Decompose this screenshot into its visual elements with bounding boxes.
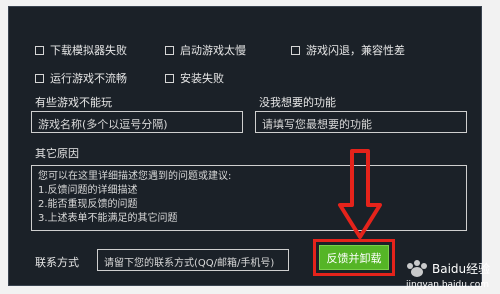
- other-label: 其它原因: [35, 147, 79, 160]
- submit-highlight-box: 反馈并卸载: [313, 239, 395, 276]
- checkbox-not-smooth[interactable]: [35, 73, 44, 83]
- checkbox-download-failed[interactable]: [35, 45, 44, 55]
- option-not-smooth[interactable]: 运行游戏不流畅: [35, 70, 127, 86]
- textarea-line: 2.能否重现反馈的问题: [38, 199, 138, 210]
- textarea-line: 1.反馈问题的详细描述: [38, 185, 138, 196]
- checkbox-install-failed[interactable]: [165, 73, 174, 83]
- option-download-failed[interactable]: 下载模拟器失败: [35, 42, 127, 58]
- option-install-failed[interactable]: 安装失败: [165, 70, 224, 86]
- option-slow-start[interactable]: 启动游戏太慢: [165, 42, 246, 58]
- annotation-arrow-icon: [338, 149, 382, 239]
- contact-label: 联系方式: [35, 256, 79, 269]
- option-label: 下载模拟器失败: [50, 44, 127, 57]
- watermark-brand: Baidu经验: [432, 261, 490, 276]
- textarea-line: 您可以在这里详细描述您遇到的问题或建议:: [38, 171, 232, 182]
- games-label: 有些游戏不能玩: [35, 96, 112, 109]
- other-reasons-textarea[interactable]: 您可以在这里详细描述您遇到的问题或建议: 1.反馈问题的详细描述 2.能否重现反…: [31, 165, 467, 231]
- checkbox-slow-start[interactable]: [165, 45, 174, 55]
- option-crash-compat[interactable]: 游戏闪退，兼容性差: [291, 42, 405, 58]
- option-label: 安装失败: [180, 72, 224, 85]
- feedback-uninstall-button[interactable]: 反馈并卸载: [319, 245, 389, 270]
- option-label: 游戏闪退，兼容性差: [306, 44, 405, 57]
- feedback-dialog: 下载模拟器失败 启动游戏太慢 游戏闪退，兼容性差 运行游戏不流畅 安装失败 有些…: [8, 6, 482, 286]
- contact-input[interactable]: 请留下您的联系方式(QQ/邮箱/手机号): [97, 249, 289, 271]
- checkbox-crash-compat[interactable]: [291, 45, 300, 55]
- games-input[interactable]: 游戏名称(多个以逗号分隔): [31, 111, 243, 133]
- features-label: 没我想要的功能: [259, 96, 336, 109]
- watermark-url: jingyan.baidu.com: [405, 280, 489, 290]
- textarea-line: 3.上述表单不能满足的其它问题: [38, 213, 178, 224]
- baidu-jingyan-watermark: Baidu经验 jingyan.baidu.com: [405, 260, 490, 290]
- features-input[interactable]: 请填写您最想要的功能: [255, 111, 467, 133]
- option-label: 运行游戏不流畅: [50, 72, 127, 85]
- option-label: 启动游戏太慢: [180, 44, 246, 57]
